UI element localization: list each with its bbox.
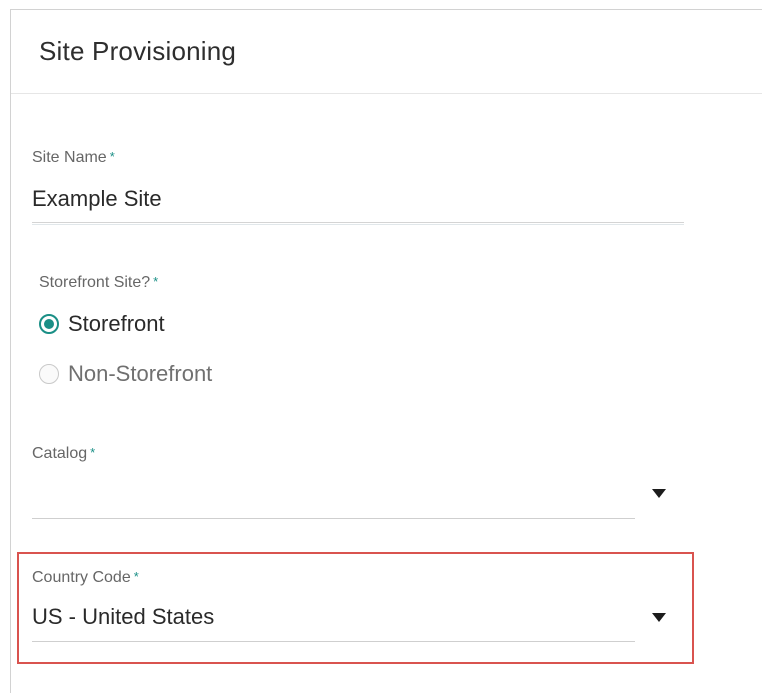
radio-option-storefront-label: Storefront bbox=[68, 311, 165, 336]
caret-down-icon[interactable] bbox=[652, 489, 666, 498]
site-name-underline bbox=[32, 222, 684, 225]
site-name-field[interactable]: Example Site bbox=[32, 186, 162, 212]
catalog-label: Catalog * bbox=[32, 445, 95, 463]
required-marker: * bbox=[109, 149, 115, 164]
radio-unselected-icon[interactable] bbox=[39, 364, 59, 384]
site-name-label: Site Name * bbox=[32, 149, 115, 167]
country-code-label: Country Code * bbox=[32, 569, 139, 587]
catalog-select[interactable] bbox=[32, 478, 632, 506]
radio-selected-icon[interactable] bbox=[39, 314, 59, 334]
required-marker: * bbox=[90, 445, 96, 460]
country-code-label-text: Country Code bbox=[32, 569, 131, 586]
caret-down-icon[interactable] bbox=[652, 613, 666, 622]
radio-option-non-storefront-label: Non-Storefront bbox=[68, 361, 213, 386]
country-code-underline bbox=[32, 641, 635, 642]
page-title: Site Provisioning bbox=[39, 36, 237, 66]
storefront-site-label: Storefront Site? * bbox=[39, 274, 158, 292]
page: Site Provisioning Site Name * Example Sit… bbox=[0, 0, 762, 693]
catalog-label-text: Catalog bbox=[32, 445, 88, 462]
required-marker: * bbox=[153, 274, 159, 289]
catalog-underline bbox=[32, 518, 635, 519]
panel-header: Site Provisioning bbox=[11, 10, 762, 94]
radio-option-non-storefront[interactable]: Non-Storefront bbox=[39, 361, 212, 387]
country-code-select[interactable]: US - United States bbox=[32, 604, 214, 630]
required-marker: * bbox=[133, 569, 139, 584]
site-name-label-text: Site Name bbox=[32, 149, 107, 166]
radio-option-storefront[interactable]: Storefront bbox=[39, 311, 165, 337]
storefront-site-label-text: Storefront Site? bbox=[39, 274, 151, 291]
